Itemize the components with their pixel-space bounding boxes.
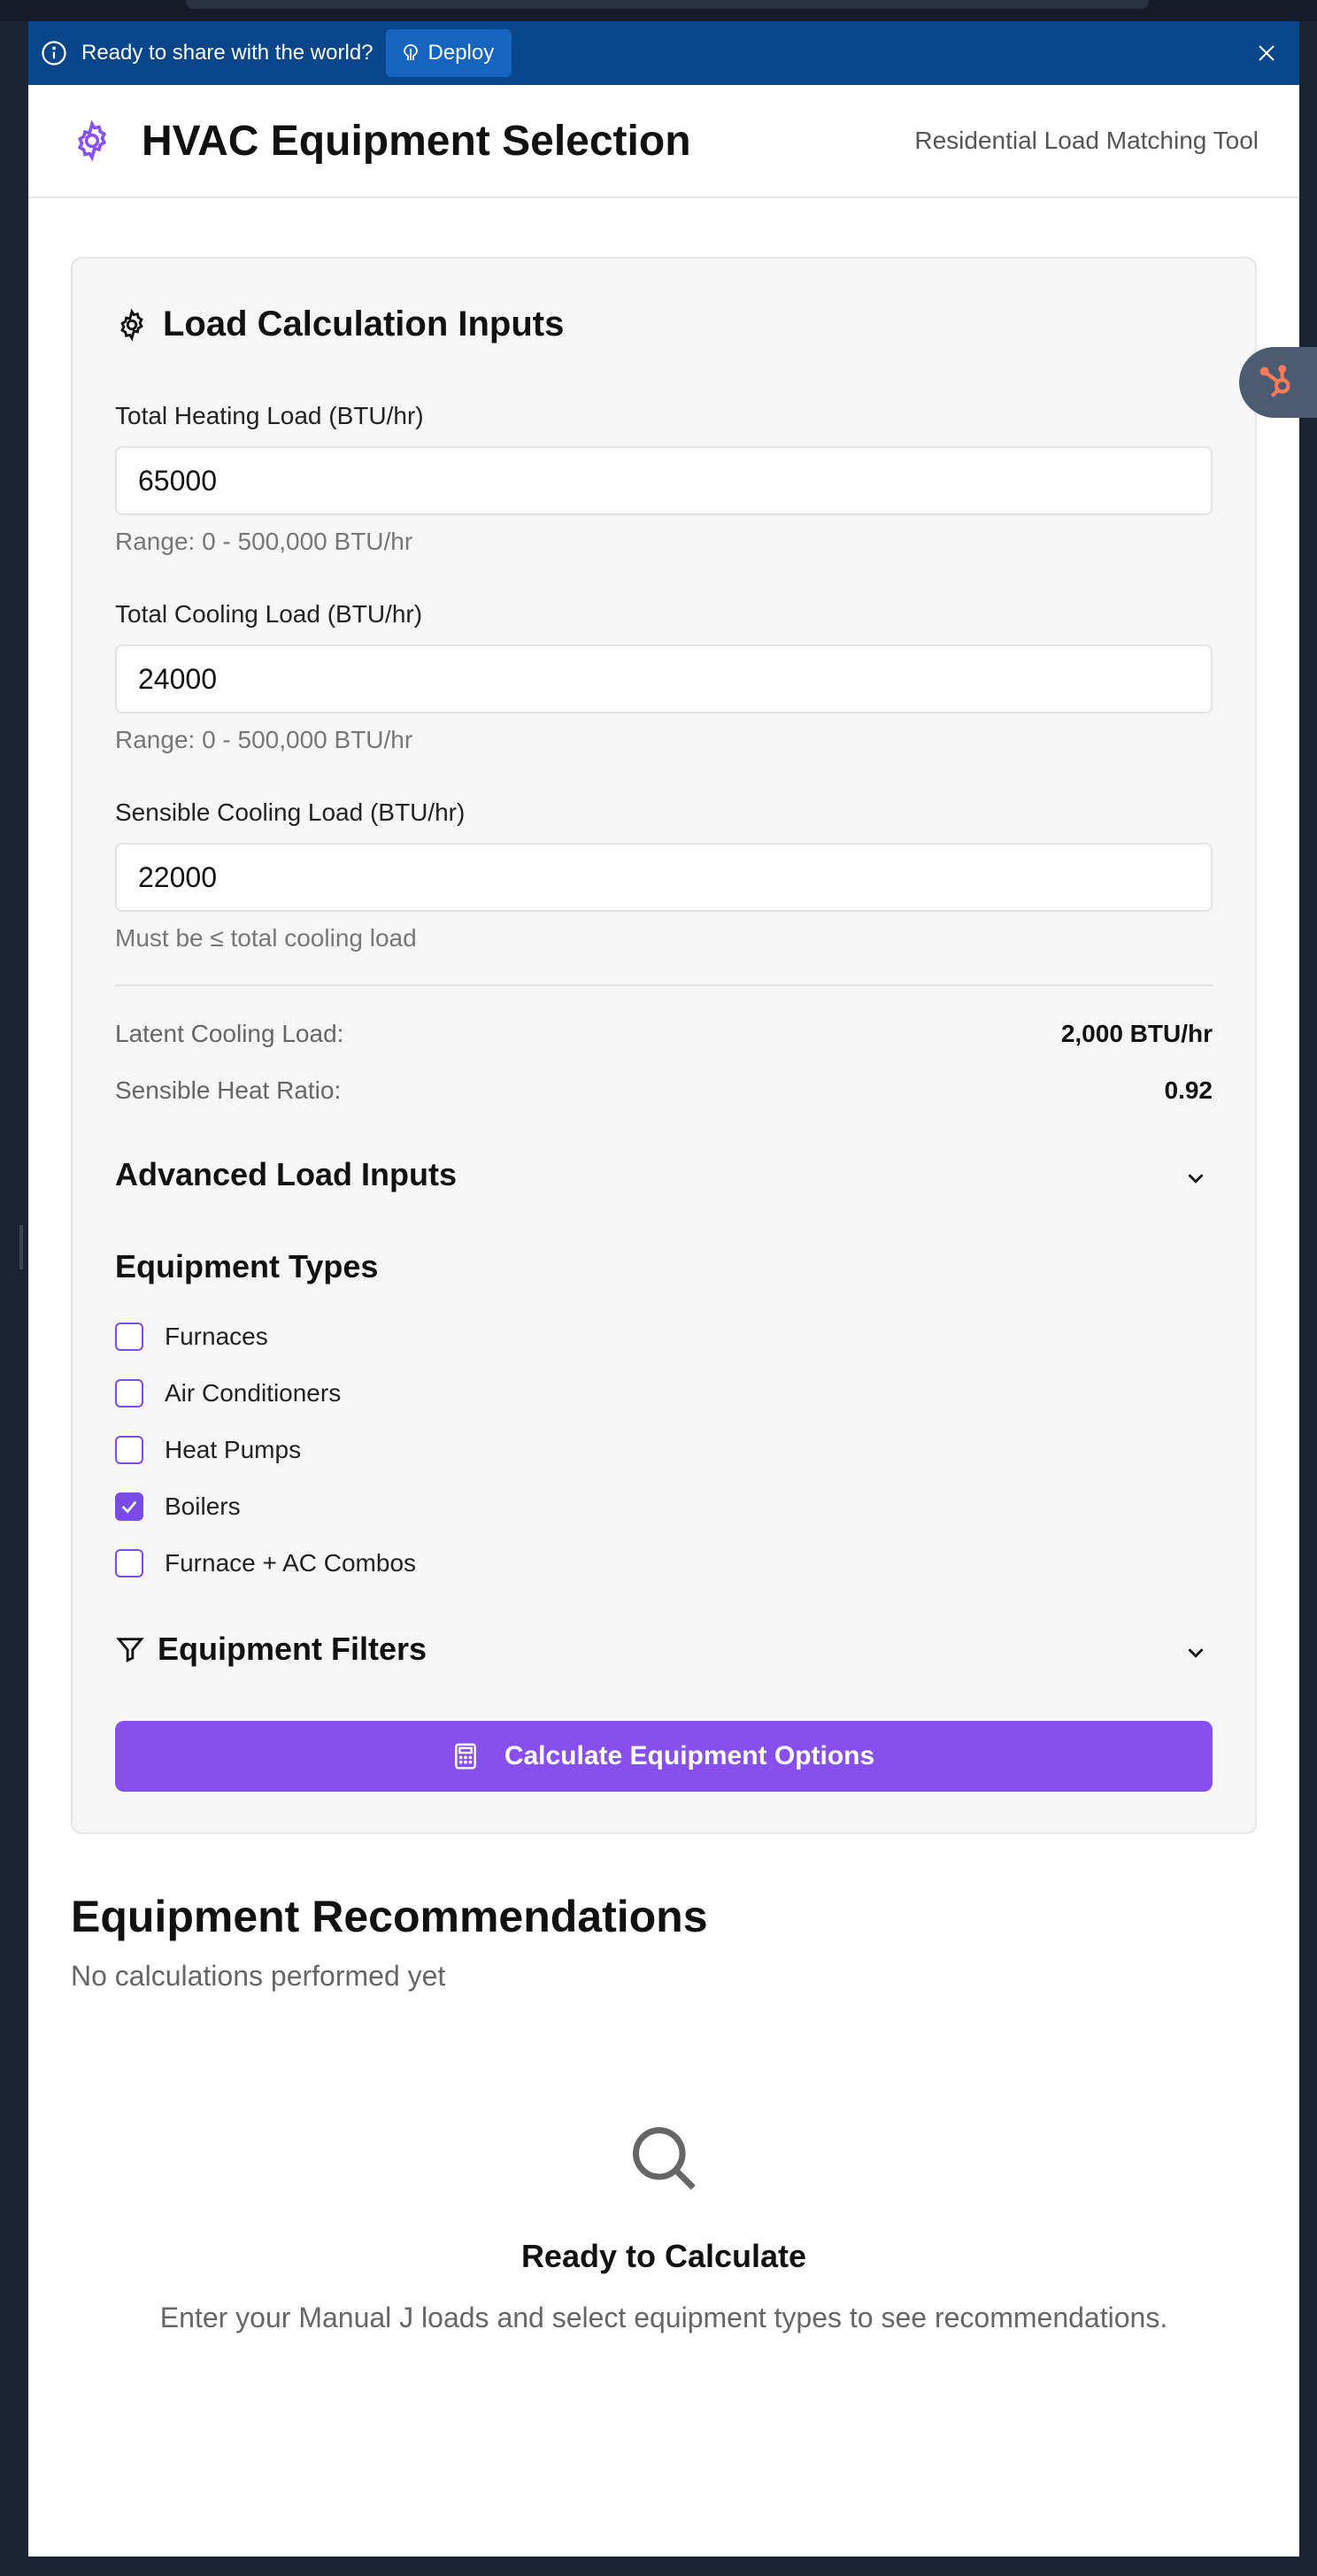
settings-icon [120, 307, 143, 342]
sensible-load-input[interactable] [115, 843, 1213, 912]
page-subtitle: Residential Load Matching Tool [914, 127, 1259, 154]
divider [115, 984, 1213, 986]
checkbox[interactable] [115, 1379, 143, 1408]
equipment-filters-toggle[interactable]: Equipment Filters [115, 1631, 427, 1668]
info-icon [39, 38, 69, 68]
advanced-inputs-toggle[interactable]: Advanced Load Inputs [115, 1156, 457, 1193]
banner-message: Ready to share with the world? [81, 41, 374, 65]
equipment-filters-heading: Equipment Filters [158, 1631, 427, 1667]
empty-state-description: Enter your Manual J loads and select equ… [159, 2302, 1168, 2333]
sensible-load-hint: Must be ≤ total cooling load [115, 924, 417, 952]
checkbox-label: Boilers [165, 1492, 241, 1520]
recommendations-subtitle: No calculations performed yet [71, 1960, 446, 1992]
check-icon [121, 1500, 137, 1514]
checkbox-checked[interactable] [115, 1492, 143, 1521]
calculate-button[interactable]: Calculate Equipment Options [115, 1721, 1213, 1792]
heating-load-input[interactable] [115, 446, 1213, 515]
checkbox-air-conditioners[interactable]: Air Conditioners [115, 1379, 341, 1408]
filter-icon [116, 1638, 144, 1663]
cooling-load-hint: Range: 0 - 500,000 BTU/hr [115, 726, 413, 753]
empty-state-title: Ready to Calculate [520, 2238, 807, 2274]
latent-load-label: Latent Cooling Load: [115, 1020, 344, 1047]
app-page: HVAC Equipment Selection Residential Loa… [28, 85, 1299, 2557]
cooling-load-input[interactable] [115, 644, 1213, 713]
checkbox-boilers[interactable]: Boilers [115, 1492, 241, 1521]
card-title: Load Calculation Inputs [115, 305, 564, 344]
app-header: HVAC Equipment Selection Residential Loa… [28, 85, 1299, 198]
checkbox[interactable] [115, 1549, 143, 1577]
recommendations-title: Equipment Recommendations [71, 1892, 708, 1941]
heating-load-hint: Range: 0 - 500,000 BTU/hr [115, 528, 413, 555]
empty-state: Ready to Calculate Enter your Manual J l… [28, 2121, 1299, 2334]
hubspot-icon [1259, 365, 1290, 397]
checkbox-furnace-ac-combos[interactable]: Furnace + AC Combos [115, 1549, 416, 1577]
equipment-types-heading: Equipment Types [115, 1248, 379, 1284]
checkbox-furnaces[interactable]: Furnaces [115, 1323, 268, 1351]
checkbox-label: Furnace + AC Combos [165, 1549, 417, 1577]
browser-top-strip [0, 0, 1317, 21]
chevron-down-icon[interactable] [1182, 1639, 1209, 1666]
checkbox[interactable] [115, 1436, 143, 1464]
deploy-button[interactable]: Deploy [385, 29, 512, 77]
calculate-label: Calculate Equipment Options [504, 1741, 875, 1770]
checkbox-heat-pumps[interactable]: Heat Pumps [115, 1436, 301, 1464]
close-icon[interactable] [1252, 38, 1282, 68]
deploy-icon [403, 44, 418, 60]
resize-handle[interactable] [19, 1225, 23, 1269]
checkbox[interactable] [115, 1323, 143, 1351]
bottom-edge [0, 2557, 1317, 2576]
load-inputs-card: Load Calculation Inputs Total Heating Lo… [71, 257, 1257, 1834]
checkbox-label: Air Conditioners [165, 1379, 342, 1407]
cooling-load-label: Total Cooling Load (BTU/hr) [115, 600, 423, 628]
card-title-text: Load Calculation Inputs [163, 305, 565, 343]
checkbox-label: Furnaces [165, 1323, 268, 1350]
hubspot-chat-launcher[interactable] [1239, 347, 1317, 418]
search-icon [633, 2127, 696, 2190]
latent-load-value: 2,000 BTU/hr [1060, 1020, 1213, 1047]
checkbox-label: Heat Pumps [165, 1436, 302, 1463]
deploy-label: Deploy [427, 41, 495, 65]
shr-label: Sensible Heat Ratio: [115, 1076, 342, 1104]
chevron-down-icon[interactable] [1182, 1165, 1209, 1192]
page-title: HVAC Equipment Selection [142, 117, 691, 165]
sensible-load-label: Sensible Cooling Load (BTU/hr) [115, 798, 466, 826]
shr-row: Sensible Heat Ratio: 0.92 [115, 1076, 1213, 1105]
address-bar[interactable] [186, 0, 1149, 9]
latent-load-row: Latent Cooling Load: 2,000 BTU/hr [115, 1020, 1213, 1048]
deploy-banner: Ready to share with the world? Deploy [28, 21, 1299, 85]
calculator-icon [454, 1743, 476, 1770]
shr-value: 0.92 [1164, 1076, 1213, 1104]
heating-load-label: Total Heating Load (BTU/hr) [115, 402, 424, 429]
left-panel-edge [0, 21, 28, 2576]
gear-icon [77, 120, 107, 162]
